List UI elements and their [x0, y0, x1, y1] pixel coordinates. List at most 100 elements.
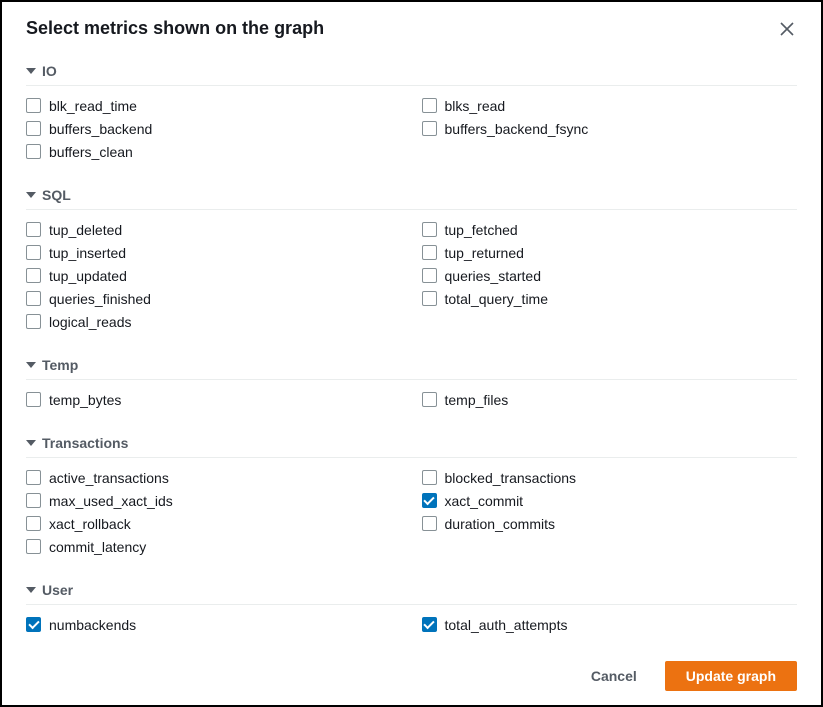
close-button[interactable] [777, 19, 797, 39]
update-graph-button[interactable]: Update graph [665, 661, 797, 691]
option-xact_commit[interactable]: xact_commit [422, 489, 798, 512]
option-label: total_auth_attempts [445, 617, 568, 633]
checkbox[interactable] [422, 98, 437, 113]
caret-down-icon [26, 362, 36, 368]
caret-down-icon [26, 192, 36, 198]
section-header[interactable]: SQL [26, 179, 797, 210]
checkbox[interactable] [26, 291, 41, 306]
checkbox[interactable] [422, 617, 437, 632]
section-transactions: Transactions active_transactions blocked_t… [26, 427, 797, 570]
checkbox[interactable] [422, 245, 437, 260]
option-tup_inserted[interactable]: tup_inserted [26, 241, 402, 264]
checkbox[interactable] [26, 98, 41, 113]
option-label: total_query_time [445, 291, 549, 307]
checkbox[interactable] [422, 121, 437, 136]
section-header[interactable]: Temp [26, 349, 797, 380]
option-label: max_used_xact_ids [49, 493, 173, 509]
checkbox[interactable] [422, 291, 437, 306]
section-title: Temp [42, 357, 78, 373]
option-numbackends[interactable]: numbackends [26, 613, 402, 636]
section-header[interactable]: Transactions [26, 427, 797, 458]
section-header[interactable]: User [26, 574, 797, 605]
checkbox[interactable] [422, 268, 437, 283]
checkbox[interactable] [26, 144, 41, 159]
option-xact_rollback[interactable]: xact_rollback [26, 512, 402, 535]
option-label: xact_rollback [49, 516, 131, 532]
section-title: User [42, 582, 73, 598]
checkbox[interactable] [26, 392, 41, 407]
checkbox[interactable] [422, 493, 437, 508]
checkbox[interactable] [26, 245, 41, 260]
options-grid: temp_bytes temp_files [26, 388, 797, 423]
option-label: tup_inserted [49, 245, 126, 261]
section-io: IOblk_read_timeblks_readbuffers_backendb… [26, 55, 797, 175]
option-tup_updated[interactable]: tup_updated [26, 264, 402, 287]
section-temp: Temp temp_bytes temp_files [26, 349, 797, 423]
checkbox[interactable] [422, 392, 437, 407]
option-label: numbackends [49, 617, 136, 633]
option-label: temp_files [445, 392, 509, 408]
checkbox[interactable] [26, 516, 41, 531]
option-total_query_time[interactable]: total_query_time [422, 287, 798, 310]
close-icon [780, 22, 794, 36]
option-tup_deleted[interactable]: tup_deleted [26, 218, 402, 241]
checkbox[interactable] [422, 470, 437, 485]
checkbox[interactable] [422, 516, 437, 531]
option-temp_files[interactable]: temp_files [422, 388, 798, 411]
section-title: Transactions [42, 435, 128, 451]
checkbox[interactable] [26, 121, 41, 136]
checkbox[interactable] [26, 314, 41, 329]
checkbox[interactable] [26, 222, 41, 237]
cancel-button[interactable]: Cancel [571, 662, 657, 690]
option-buffers_backend_fsync[interactable]: buffers_backend_fsync [422, 117, 798, 140]
option-total_auth_attempts[interactable]: total_auth_attempts [422, 613, 798, 636]
caret-down-icon [26, 68, 36, 74]
option-label: blks_read [445, 98, 506, 114]
checkbox[interactable] [26, 470, 41, 485]
option-label: tup_updated [49, 268, 127, 284]
checkbox[interactable] [26, 493, 41, 508]
option-commit_latency[interactable]: commit_latency [26, 535, 402, 558]
option-label: buffers_backend [49, 121, 152, 137]
option-tup_returned[interactable]: tup_returned [422, 241, 798, 264]
option-label: tup_fetched [445, 222, 518, 238]
option-duration_commits[interactable]: duration_commits [422, 512, 798, 535]
modal-header: Select metrics shown on the graph [2, 2, 821, 55]
option-label: blocked_transactions [445, 470, 577, 486]
metrics-modal: Select metrics shown on the graph IO blk_… [0, 0, 823, 707]
section-header[interactable]: IO [26, 55, 797, 86]
caret-down-icon [26, 587, 36, 593]
option-label: queries_started [445, 268, 542, 284]
options-grid: active_transactions blocked_transactionsm… [26, 466, 797, 570]
option-buffers_clean[interactable]: buffers_clean [26, 140, 402, 163]
section-title: IO [42, 63, 57, 79]
checkbox[interactable] [26, 617, 41, 632]
checkbox[interactable] [26, 539, 41, 554]
options-grid: numbackends total_auth_attempts [26, 613, 797, 646]
option-blk_read_time[interactable]: blk_read_time [26, 94, 402, 117]
option-max_used_xact_ids[interactable]: max_used_xact_ids [26, 489, 402, 512]
checkbox[interactable] [422, 222, 437, 237]
option-label: temp_bytes [49, 392, 121, 408]
section-user: User numbackends total_auth_attempts [26, 574, 797, 646]
option-queries_finished[interactable]: queries_finished [26, 287, 402, 310]
option-blocked_transactions[interactable]: blocked_transactions [422, 466, 798, 489]
option-logical_reads[interactable]: logical_reads [26, 310, 402, 333]
option-label: commit_latency [49, 539, 146, 555]
modal-footer: Cancel Update graph [2, 646, 821, 705]
option-label: xact_commit [445, 493, 524, 509]
option-label: buffers_clean [49, 144, 133, 160]
option-blks_read[interactable]: blks_read [422, 94, 798, 117]
option-label: duration_commits [445, 516, 556, 532]
section-title: SQL [42, 187, 71, 203]
modal-title: Select metrics shown on the graph [26, 18, 324, 39]
option-active_transactions[interactable]: active_transactions [26, 466, 402, 489]
section-sql: SQLtup_deletedtup_fetchedtup_insertedtup… [26, 179, 797, 345]
option-queries_started[interactable]: queries_started [422, 264, 798, 287]
option-temp_bytes[interactable]: temp_bytes [26, 388, 402, 411]
option-label: tup_deleted [49, 222, 122, 238]
checkbox[interactable] [26, 268, 41, 283]
modal-body[interactable]: IOblk_read_timeblks_readbuffers_backendb… [2, 55, 821, 646]
option-tup_fetched[interactable]: tup_fetched [422, 218, 798, 241]
option-buffers_backend[interactable]: buffers_backend [26, 117, 402, 140]
